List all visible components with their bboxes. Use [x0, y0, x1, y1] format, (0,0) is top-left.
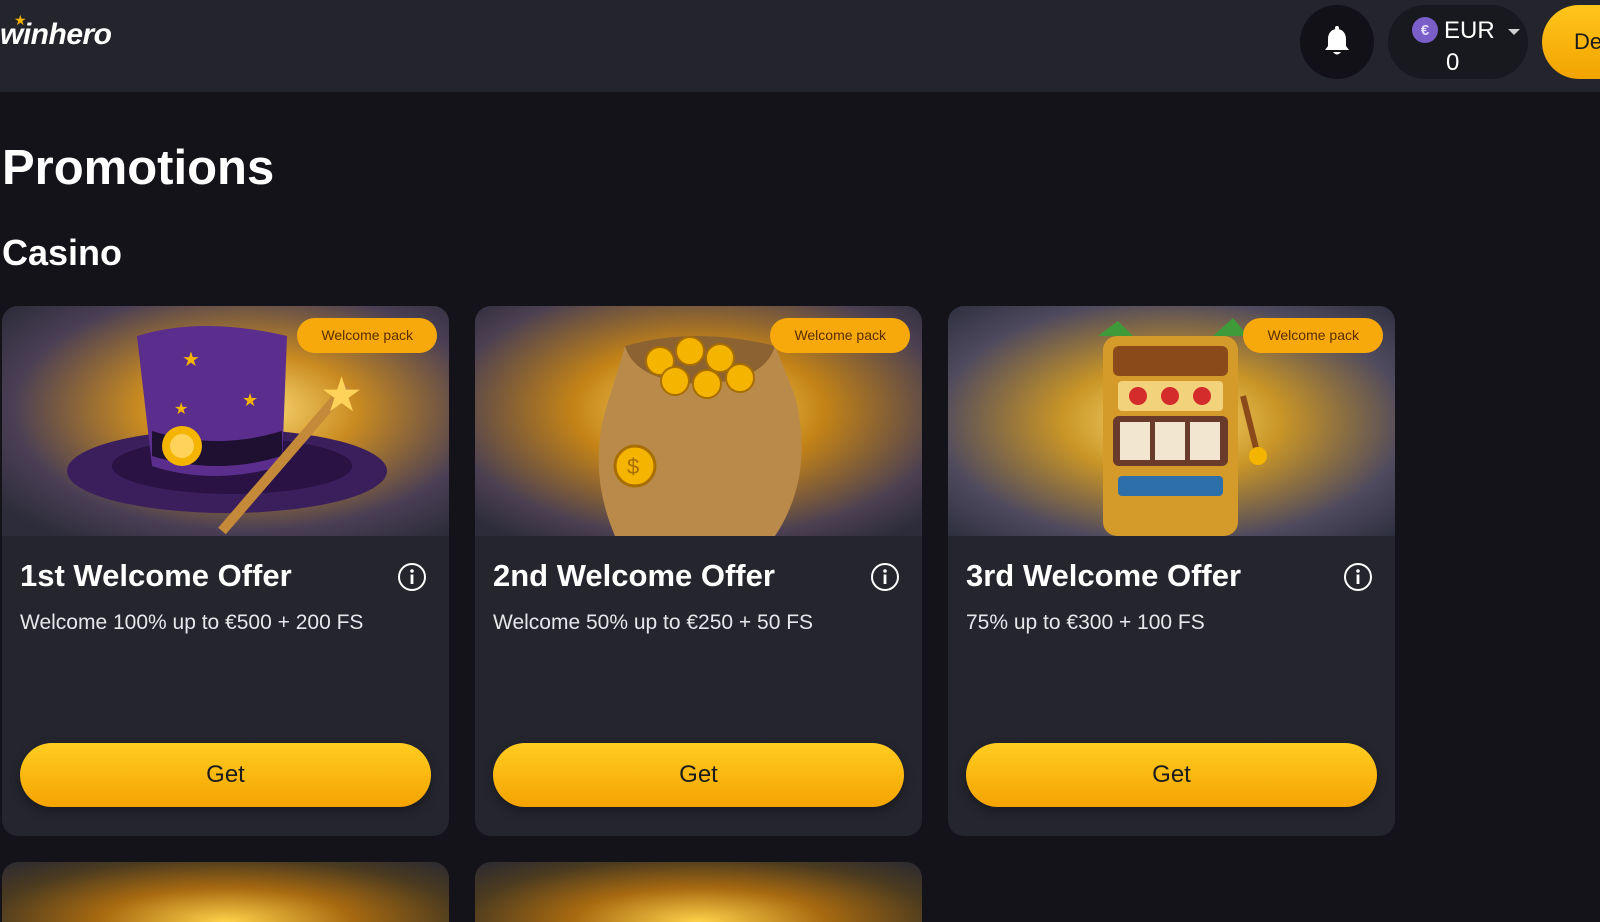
welcome-pack-badge: Welcome pack: [1243, 318, 1383, 353]
promo-card-preview[interactable]: [475, 862, 922, 922]
info-icon[interactable]: [397, 562, 427, 592]
notifications-button[interactable]: [1300, 5, 1374, 79]
euro-coin-icon: €: [1412, 17, 1438, 43]
balance-selector[interactable]: € EUR 0: [1388, 5, 1528, 79]
svg-text:★: ★: [174, 401, 188, 418]
welcome-pack-badge: Welcome pack: [770, 318, 910, 353]
info-icon[interactable]: [1343, 562, 1373, 592]
info-icon[interactable]: [870, 562, 900, 592]
promo-card: Welcome pack 3rd Welcome Offer 75% up to…: [948, 306, 1395, 836]
svg-text:★: ★: [182, 349, 200, 371]
card-description: Welcome 50% up to €250 + 50 FS: [493, 611, 814, 634]
promo-card: ★ ★ ★ ★ Welcome pack 1st Welcome Offer W…: [2, 306, 449, 836]
card-title: 3rd Welcome Offer: [966, 558, 1242, 593]
promo-card: $ Welcome pack 2nd Welcome Offer Welcome…: [475, 306, 922, 836]
svg-text:$: $: [627, 454, 639, 479]
currency-label: EUR: [1444, 17, 1495, 44]
winhero-logo[interactable]: ★ winhero: [0, 12, 112, 52]
balance-amount: 0: [1446, 49, 1460, 76]
card-description: Welcome 100% up to €500 + 200 FS: [20, 611, 364, 634]
svg-text:★: ★: [242, 390, 258, 410]
get-button[interactable]: Get: [20, 743, 431, 807]
svg-text:★: ★: [320, 369, 363, 422]
promo-card-preview[interactable]: [2, 862, 449, 922]
section-title: Casino: [2, 232, 123, 273]
page-title: Promotions: [2, 141, 275, 195]
get-button[interactable]: Get: [493, 743, 904, 807]
card-description: 75% up to €300 + 100 FS: [966, 611, 1205, 634]
slot-machine-image: Welcome pack: [948, 306, 1395, 536]
wizard-hat-image: ★ ★ ★ ★ Welcome pack: [2, 306, 449, 536]
star-icon: ★: [14, 12, 27, 28]
coin-bag-image: $ Welcome pack: [475, 306, 922, 536]
get-button[interactable]: Get: [966, 743, 1377, 807]
chevron-down-icon: [1508, 29, 1520, 35]
card-title: 2nd Welcome Offer: [493, 558, 775, 593]
bell-icon: [1325, 26, 1349, 55]
deposit-button[interactable]: De: [1542, 5, 1600, 79]
top-bar: ★ winhero € EUR 0 De: [0, 0, 1600, 92]
card-title: 1st Welcome Offer: [20, 558, 292, 593]
welcome-pack-badge: Welcome pack: [297, 318, 437, 353]
